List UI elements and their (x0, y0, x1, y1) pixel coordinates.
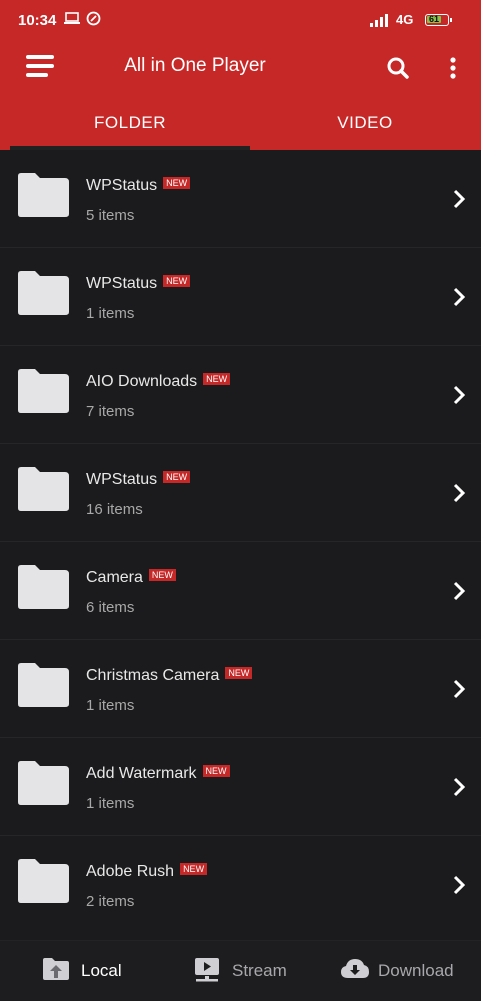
search-icon[interactable] (386, 56, 410, 80)
hamburger-menu-icon[interactable] (26, 55, 54, 79)
chevron-right-icon (453, 189, 466, 209)
folder-icon (18, 467, 69, 511)
nav-stream[interactable]: Stream (160, 941, 320, 1001)
status-time: 10:34 (18, 12, 57, 29)
folder-item-count: 1 items (86, 305, 135, 322)
folder-row[interactable]: WPStatus NEW 5 items (0, 150, 481, 248)
folder-name: WPStatus NEW (86, 275, 191, 293)
battery-level: 61 (429, 14, 440, 24)
chevron-right-icon (453, 581, 466, 601)
folder-name: AIO Downloads NEW (86, 373, 231, 391)
folder-row[interactable]: AIO Downloads NEW 7 items (0, 346, 481, 444)
folder-item-count: 6 items (86, 599, 135, 616)
folder-row[interactable]: Camera NEW 6 items (0, 542, 481, 640)
folder-row[interactable]: Adobe Rush NEW 2 items (0, 836, 481, 934)
laptop-icon (64, 11, 80, 29)
folder-item-count: 1 items (86, 697, 135, 714)
chevron-right-icon (453, 287, 466, 307)
folder-name: Christmas Camera NEW (86, 667, 253, 685)
network-type: 4G (396, 12, 414, 27)
folder-name: Camera NEW (86, 569, 176, 587)
folder-item-count: 2 items (86, 893, 135, 910)
app-title: All in One Player (124, 55, 266, 76)
folder-row[interactable]: WPStatus NEW 16 items (0, 444, 481, 542)
chevron-right-icon (453, 777, 466, 797)
tab-video[interactable]: VIDEO (245, 100, 481, 150)
download-cloud-icon (341, 959, 369, 978)
stream-icon (195, 958, 219, 982)
nav-local[interactable]: Local (0, 941, 160, 1001)
folder-item-count: 5 items (86, 207, 135, 224)
nav-download-label: Download (378, 961, 454, 980)
folder-row[interactable]: Christmas Camera NEW 1 items (0, 640, 481, 738)
new-badge: NEW (202, 765, 230, 777)
chevron-right-icon (453, 875, 466, 895)
folder-icon (18, 761, 69, 805)
folder-icon (18, 173, 69, 217)
folder-name: Add Watermark NEW (86, 765, 230, 783)
chevron-right-icon (453, 483, 466, 503)
folder-row[interactable]: Add Watermark NEW 1 items (0, 738, 481, 836)
nav-download[interactable]: Download (320, 941, 481, 1001)
folder-icon (18, 859, 69, 903)
folder-icon (18, 565, 69, 609)
folder-name: Adobe Rush NEW (86, 863, 208, 881)
data-saver-icon (86, 11, 101, 30)
app-header: 10:34 4G 61 All in One Player FOLDER VID… (0, 0, 481, 150)
new-badge: NEW (163, 177, 191, 189)
folder-item-count: 16 items (86, 501, 143, 518)
folder-name: WPStatus NEW (86, 471, 191, 489)
more-vert-icon[interactable] (445, 56, 461, 80)
new-badge: NEW (225, 667, 253, 679)
folder-row[interactable]: WPStatus NEW 1 items (0, 248, 481, 346)
folder-icon (18, 271, 69, 315)
signal-icon (370, 13, 388, 27)
new-badge: NEW (180, 863, 208, 875)
folder-name: WPStatus NEW (86, 177, 191, 195)
folder-icon (18, 663, 69, 707)
battery-icon: 61 (425, 14, 452, 26)
local-folder-icon (43, 958, 69, 980)
nav-stream-label: Stream (232, 961, 287, 980)
folder-item-count: 1 items (86, 795, 135, 812)
chevron-right-icon (453, 679, 466, 699)
new-badge: NEW (148, 569, 176, 581)
bottom-nav: Local Stream Download (0, 940, 481, 1001)
new-badge: NEW (163, 275, 191, 287)
new-badge: NEW (163, 471, 191, 483)
chevron-right-icon (453, 385, 466, 405)
status-bar: 10:34 4G 61 (0, 0, 481, 40)
nav-local-label: Local (81, 961, 122, 980)
tab-folder[interactable]: FOLDER (10, 100, 250, 150)
new-badge: NEW (203, 373, 231, 385)
folder-item-count: 7 items (86, 403, 135, 420)
folder-icon (18, 369, 69, 413)
